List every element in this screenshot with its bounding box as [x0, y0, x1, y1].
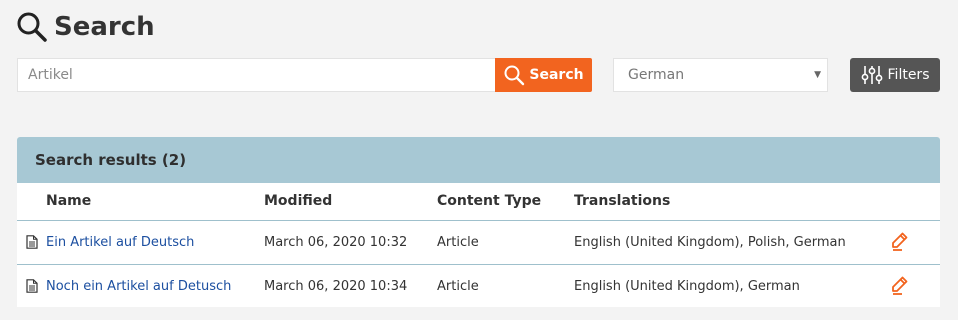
chevron-down-icon: ▼: [814, 70, 821, 80]
search-button[interactable]: Search: [495, 58, 592, 92]
results-title: Search results (2): [35, 151, 187, 169]
language-select[interactable]: German ▼: [613, 58, 828, 92]
edit-cell: [890, 220, 940, 265]
table-row: Ein Artikel auf Deutsch March 06, 2020 1…: [17, 220, 940, 265]
table-header-row: Name Modified Content Type Translations: [17, 183, 940, 221]
results-header: Search results (2): [17, 137, 940, 183]
search-bar: Search: [17, 58, 592, 92]
translations-cell: English (United Kingdom), German: [574, 278, 800, 294]
search-input[interactable]: [17, 58, 495, 92]
filters-button-label: Filters: [887, 67, 930, 83]
content-type-cell: Article: [437, 278, 479, 294]
search-results-panel: Search results (2) Name Modified Content…: [17, 137, 940, 307]
edit-pencil-icon[interactable]: [890, 231, 910, 253]
edit-pencil-icon[interactable]: [890, 275, 910, 297]
translations-cell: English (United Kingdom), Polish, German: [574, 220, 890, 265]
search-icon: [17, 12, 47, 42]
document-icon: [26, 279, 38, 294]
column-header-actions: [890, 183, 940, 221]
content-type-cell: Article: [437, 220, 574, 265]
search-button-label: Search: [529, 67, 584, 83]
table-row: Noch ein Artikel auf Detusch March 06, 2…: [17, 264, 940, 308]
search-icon: [504, 65, 525, 86]
column-header-name: Name: [17, 183, 264, 221]
language-selected-value: German: [628, 67, 685, 83]
page-title: Search: [54, 12, 155, 42]
content-name-link[interactable]: Ein Artikel auf Deutsch: [46, 235, 194, 250]
results-table: Name Modified Content Type Translations: [17, 183, 940, 308]
column-header-content-type: Content Type: [437, 183, 574, 221]
content-name-link[interactable]: Noch ein Artikel auf Detusch: [46, 279, 231, 294]
edit-cell: [890, 264, 940, 308]
column-header-translations: Translations: [574, 183, 890, 221]
filters-button[interactable]: Filters: [850, 58, 940, 92]
modified-cell: March 06, 2020 10:34: [264, 278, 408, 294]
modified-cell: March 06, 2020 10:32: [264, 220, 437, 265]
sliders-icon: [861, 66, 882, 84]
column-header-modified: Modified: [264, 183, 437, 221]
page-header: Search: [16, 11, 155, 43]
document-icon: [26, 235, 38, 249]
